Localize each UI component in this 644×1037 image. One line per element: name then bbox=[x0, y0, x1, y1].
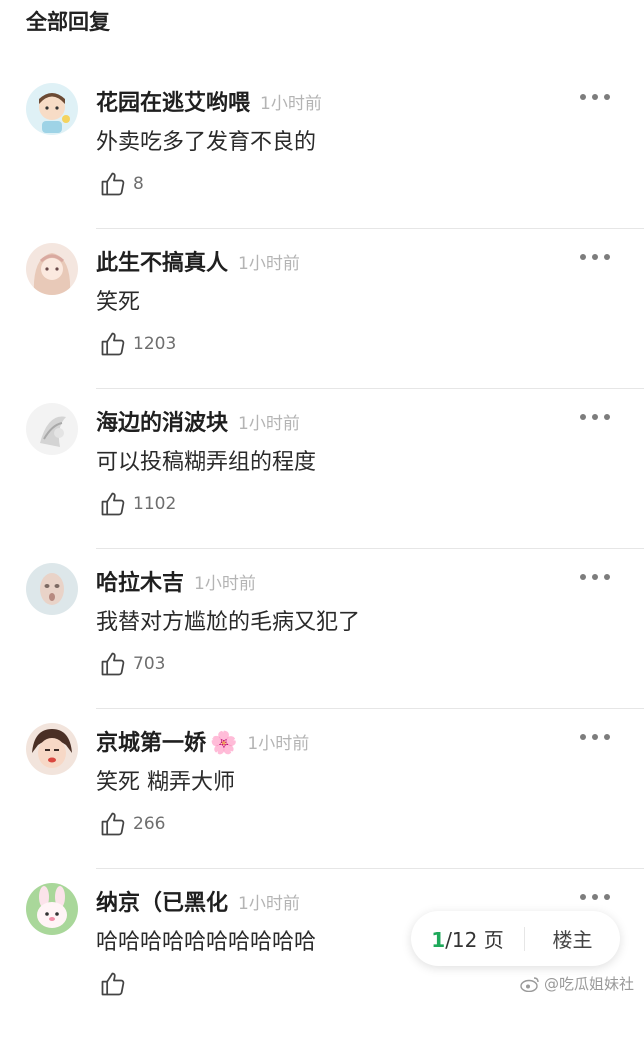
username[interactable]: 京城第一娇 🌸 1小时前 bbox=[96, 725, 309, 757]
more-dots-icon[interactable] bbox=[580, 249, 610, 265]
comment-text: 笑死 糊弄大师 bbox=[96, 770, 235, 795]
thumb-up-icon bbox=[101, 492, 125, 516]
like-count: 266 bbox=[133, 814, 166, 834]
divider bbox=[96, 868, 644, 869]
comment-item: 京城第一娇 🌸 1小时前 笑死 糊弄大师 266 bbox=[0, 717, 644, 877]
current-page: 1 bbox=[431, 928, 446, 952]
cherry-blossom-icon: 🌸 bbox=[210, 731, 238, 756]
comment-item: 此生不搞真人 1小时前 笑死 1203 bbox=[0, 237, 644, 397]
username[interactable]: 此生不搞真人 1小时前 bbox=[96, 245, 300, 277]
timestamp: 1小时前 bbox=[194, 574, 256, 594]
more-dots-icon[interactable] bbox=[580, 409, 610, 425]
username[interactable]: 花园在逃艾哟喂 1小时前 bbox=[96, 85, 322, 117]
host-only-button[interactable]: 楼主 bbox=[525, 924, 620, 953]
like-button[interactable]: 703 bbox=[99, 648, 165, 680]
comment-text: 我替对方尴尬的毛病又犯了 bbox=[96, 610, 361, 635]
thumb-up-icon bbox=[101, 332, 125, 356]
avatar[interactable] bbox=[26, 243, 78, 295]
timestamp: 1小时前 bbox=[238, 894, 300, 914]
like-button[interactable]: 1203 bbox=[99, 328, 176, 360]
avatar[interactable] bbox=[26, 883, 78, 935]
thumb-up-icon bbox=[101, 652, 125, 676]
thumb-up-icon bbox=[101, 172, 125, 196]
section-title: 全部回复 bbox=[26, 10, 110, 34]
more-dots-icon[interactable] bbox=[580, 729, 610, 745]
divider bbox=[96, 388, 644, 389]
more-dots-icon[interactable] bbox=[580, 569, 610, 585]
comment-text: 哈哈哈哈哈哈哈哈哈哈 bbox=[96, 930, 317, 955]
thumb-up-icon bbox=[101, 972, 125, 996]
like-button[interactable]: 8 bbox=[99, 168, 144, 200]
like-count: 8 bbox=[133, 174, 144, 194]
like-button[interactable] bbox=[99, 968, 133, 1000]
like-count: 1203 bbox=[133, 334, 177, 354]
username[interactable]: 纳京（已黑化 1小时前 bbox=[96, 885, 300, 917]
timestamp: 1小时前 bbox=[247, 734, 310, 754]
comment-text: 笑死 bbox=[96, 290, 141, 315]
divider bbox=[96, 548, 644, 549]
total-pages: /12 页 bbox=[445, 928, 504, 952]
timestamp: 1小时前 bbox=[238, 414, 300, 434]
divider bbox=[96, 708, 644, 709]
comment-item: 花园在逃艾哟喂 1小时前 外卖吃多了发育不良的 8 bbox=[0, 77, 644, 237]
avatar[interactable] bbox=[26, 563, 78, 615]
watermark: @吃瓜姐妹社 bbox=[520, 973, 634, 994]
like-count: 703 bbox=[133, 654, 166, 674]
more-dots-icon[interactable] bbox=[580, 89, 610, 105]
like-button[interactable]: 266 bbox=[99, 808, 165, 840]
divider bbox=[96, 228, 644, 229]
timestamp: 1小时前 bbox=[238, 254, 300, 274]
timestamp: 1小时前 bbox=[260, 94, 322, 114]
comment-item: 海边的消波块 1小时前 可以投稿糊弄组的程度 1102 bbox=[0, 397, 644, 557]
avatar[interactable] bbox=[26, 83, 78, 135]
like-button[interactable]: 1102 bbox=[99, 488, 176, 520]
page-navigator: 1/12 页 楼主 bbox=[411, 911, 620, 966]
username[interactable]: 海边的消波块 1小时前 bbox=[96, 405, 300, 437]
watermark-text: @吃瓜姐妹社 bbox=[543, 975, 634, 993]
comment-item: 哈拉木吉 1小时前 我替对方尴尬的毛病又犯了 703 bbox=[0, 557, 644, 717]
avatar[interactable] bbox=[26, 403, 78, 455]
comment-text: 可以投稿糊弄组的程度 bbox=[96, 450, 317, 475]
thumb-up-icon bbox=[101, 812, 125, 836]
weibo-icon bbox=[520, 976, 539, 992]
username[interactable]: 哈拉木吉 1小时前 bbox=[96, 565, 256, 597]
comment-text: 外卖吃多了发育不良的 bbox=[96, 130, 317, 155]
page-indicator-button[interactable]: 1/12 页 bbox=[411, 924, 524, 953]
avatar[interactable] bbox=[26, 723, 78, 775]
like-count: 1102 bbox=[133, 494, 177, 514]
more-dots-icon[interactable] bbox=[580, 889, 610, 905]
